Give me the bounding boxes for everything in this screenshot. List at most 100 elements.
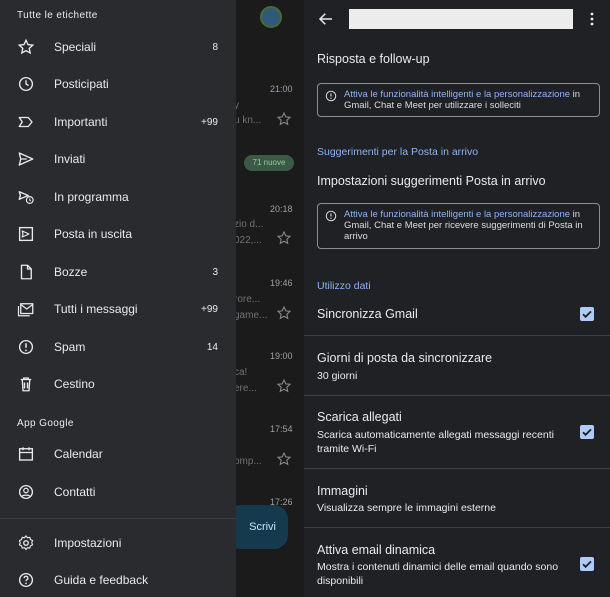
spam-icon: [17, 338, 35, 356]
inbox-time: 20:18: [270, 204, 293, 214]
setting-download-attachments-desc: Scarica automaticamente allegati messagg…: [317, 429, 554, 455]
send-icon: [17, 150, 35, 168]
inbox-snippet: rore...: [234, 294, 261, 305]
setting-dynamic-email-desc: Mostra i contenuti dinamici delle email …: [317, 561, 559, 587]
star-icon[interactable]: [276, 378, 292, 394]
drawer-item-label: In programma: [54, 190, 129, 204]
drawer-item-count: +99: [201, 303, 218, 315]
drawer-item-label: Posticipati: [54, 77, 109, 91]
drawer-item-label: Inviati: [54, 152, 86, 166]
settings-divider: [304, 395, 610, 396]
help-icon: [17, 571, 35, 589]
drawer-item-cestino[interactable]: Cestino: [0, 366, 236, 402]
new-mail-badge: 71 nuove: [244, 155, 294, 171]
trash-icon: [17, 375, 35, 393]
scheduled-icon: [17, 188, 35, 206]
drawer-item-impostazioni[interactable]: Impostazioni: [0, 525, 236, 561]
drawer-item-label: Calendar: [54, 447, 103, 461]
setting-download-attachments-title[interactable]: Scarica allegati: [317, 410, 402, 424]
navigation-drawer: Tutte le etichette Speciali 8 Posticipat…: [0, 0, 236, 597]
inbox-time: 19:00: [270, 351, 293, 361]
setting-images-title[interactable]: Immagini: [317, 484, 368, 498]
drawer-item-label: Guida e feedback: [54, 573, 149, 587]
draft-icon: [17, 263, 35, 281]
important-icon: [17, 113, 35, 131]
drawer-item-label: Speciali: [54, 40, 97, 54]
settings-divider: [304, 527, 610, 528]
smart-features-link[interactable]: Attiva le funzionalità intelligenti e la…: [344, 209, 570, 220]
drawer-divider: [0, 518, 236, 519]
gear-icon: [17, 534, 35, 552]
left-pane: 21:00 y u kn... 71 nuove 20:18 zio d... …: [0, 0, 304, 597]
setting-inbox-suggestions-title[interactable]: Impostazioni suggerimenti Posta in arriv…: [317, 174, 546, 188]
inbox-time: 17:54: [270, 424, 293, 434]
setting-images-desc: Visualizza sempre le immagini esterne: [317, 502, 496, 514]
drawer-item-label: Importanti: [54, 115, 108, 129]
outbox-icon: [17, 225, 35, 243]
drawer-item-count: 3: [212, 266, 218, 278]
settings-topbar: [304, 0, 610, 38]
drawer-item-bozze[interactable]: Bozze 3: [0, 254, 236, 290]
star-icon[interactable]: [276, 111, 292, 127]
drawer-item-posta-in-uscita[interactable]: Posta in uscita: [0, 216, 236, 252]
drawer-item-label: Posta in uscita: [54, 227, 133, 241]
info-icon: [325, 210, 337, 222]
inbox-snippet: zio d...: [234, 219, 264, 230]
section-data-usage: Utilizzo dati: [317, 280, 371, 292]
drawer-header-all-labels: Tutte le etichette: [17, 10, 98, 21]
drawer-header-google-apps: App Google: [17, 418, 74, 429]
setting-sync-gmail-title[interactable]: Sincronizza Gmail: [317, 307, 418, 321]
info-icon: [325, 90, 337, 102]
drawer-item-label: Contatti: [54, 485, 96, 499]
dynamic-email-checkbox[interactable]: [580, 557, 594, 571]
inbox-time: 19:46: [270, 278, 293, 288]
calendar-icon: [17, 445, 35, 463]
setting-dynamic-email-title[interactable]: Attiva email dinamica: [317, 543, 435, 557]
inbox-time: 21:00: [270, 84, 293, 94]
info-box-nudges: Attiva le funzionalità intelligenti e la…: [317, 83, 600, 117]
inbox-snippet: ere...: [234, 383, 257, 394]
drawer-item-label: Bozze: [54, 265, 88, 279]
star-icon[interactable]: [276, 451, 292, 467]
drawer-item-calendar[interactable]: Calendar: [0, 436, 236, 472]
inbox-snippet: 022,...: [234, 235, 262, 246]
drawer-item-tutti-i-messaggi[interactable]: Tutti i messaggi +99: [0, 291, 236, 327]
account-title-redacted: [349, 9, 573, 29]
download-attachments-checkbox[interactable]: [580, 425, 594, 439]
setting-days-to-sync-title[interactable]: Giorni di posta da sincronizzare: [317, 351, 492, 365]
drawer-item-count: +99: [201, 116, 218, 128]
sync-gmail-checkbox[interactable]: [580, 307, 594, 321]
settings-divider: [304, 335, 610, 336]
star-icon[interactable]: [276, 230, 292, 246]
inbox-snippet: ca!: [234, 367, 248, 378]
avatar[interactable]: [260, 6, 282, 28]
inbox-snippet: omp...: [234, 456, 262, 467]
back-arrow-icon[interactable]: [317, 10, 335, 28]
drawer-item-inviati[interactable]: Inviati: [0, 141, 236, 177]
drawer-item-count: 8: [212, 41, 218, 53]
drawer-item-contatti[interactable]: Contatti: [0, 474, 236, 510]
star-icon[interactable]: [276, 305, 292, 321]
setting-days-to-sync-value: 30 giorni: [317, 370, 358, 382]
drawer-item-guida-e-feedback[interactable]: Guida e feedback: [0, 562, 236, 597]
drawer-item-label: Spam: [54, 340, 86, 354]
drawer-item-speciali[interactable]: Speciali 8: [0, 29, 236, 65]
contacts-icon: [17, 483, 35, 501]
inbox-snippet: u kn...: [234, 115, 262, 126]
drawer-item-importanti[interactable]: Importanti +99: [0, 104, 236, 140]
settings-pane: Risposta e follow-up Attiva le funzional…: [304, 0, 610, 597]
drawer-item-label: Tutti i messaggi: [54, 302, 138, 316]
settings-divider: [304, 468, 610, 469]
smart-features-link[interactable]: Attiva le funzionalità intelligenti e la…: [344, 89, 570, 100]
drawer-item-posticipati[interactable]: Posticipati: [0, 66, 236, 102]
star-icon: [17, 38, 35, 56]
drawer-item-label: Cestino: [54, 377, 95, 391]
setting-reply-followup-title: Risposta e follow-up: [317, 52, 430, 66]
drawer-item-count: 14: [206, 341, 218, 353]
inbox-background: 21:00 y u kn... 71 nuove 20:18 zio d... …: [226, 0, 304, 597]
drawer-item-spam[interactable]: Spam 14: [0, 329, 236, 365]
drawer-item-in-programma[interactable]: In programma: [0, 179, 236, 215]
section-inbox-suggestions: Suggerimenti per la Posta in arrivo: [317, 146, 479, 158]
more-vert-icon[interactable]: [590, 12, 594, 26]
inbox-snippet: game...: [234, 310, 268, 321]
